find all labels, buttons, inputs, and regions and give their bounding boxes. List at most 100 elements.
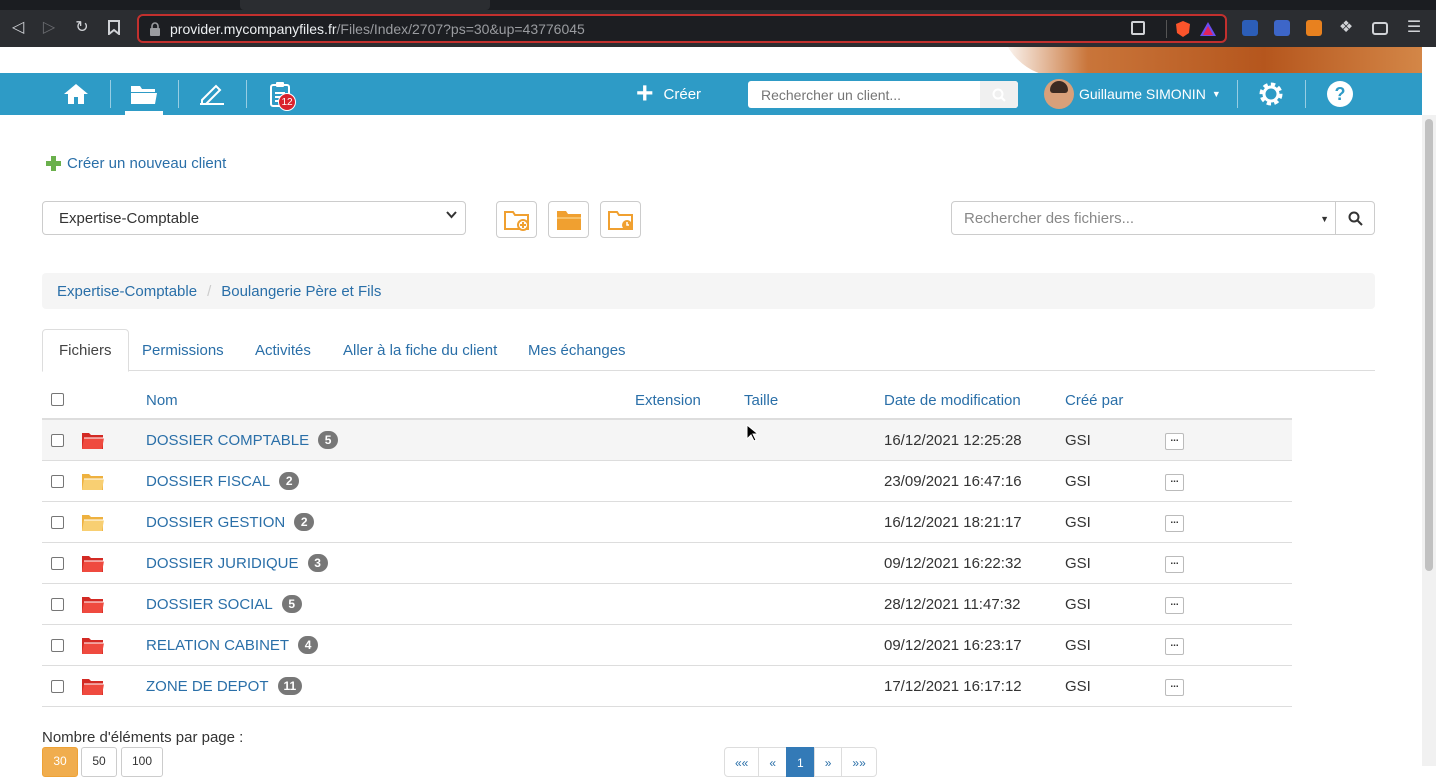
row-actions-button[interactable]: ... [1165, 597, 1184, 614]
row-actions-button[interactable]: ... [1165, 679, 1184, 696]
row-checkbox[interactable] [51, 475, 64, 488]
row-actions-button[interactable]: ... [1165, 515, 1184, 532]
file-search-button[interactable] [1335, 201, 1375, 235]
qr-code-icon[interactable] [1131, 21, 1145, 35]
signature-icon[interactable] [187, 73, 237, 115]
tab-permissions[interactable]: Permissions [126, 329, 240, 371]
bookmark-icon[interactable] [104, 18, 124, 38]
recent-folder-button[interactable] [600, 201, 641, 238]
pagination-next[interactable]: » [813, 747, 843, 777]
help-icon[interactable]: ? [1315, 73, 1365, 115]
home-icon[interactable] [51, 73, 101, 115]
back-icon[interactable]: ◁ [8, 18, 28, 38]
pagination-prev[interactable]: « [758, 747, 788, 777]
table-row[interactable]: DOSSIER SOCIAL 5 28/12/2021 11:47:32 GSI... [42, 584, 1292, 625]
user-menu[interactable]: Guillaume SIMONIN ▼ [1044, 73, 1221, 115]
row-actions-button[interactable]: ... [1165, 474, 1184, 491]
page-scrollbar[interactable] [1422, 115, 1436, 766]
column-header-date[interactable]: Date de modification [884, 392, 1021, 409]
browser-tabstrip [0, 0, 1436, 10]
tab-activites[interactable]: Activités [239, 329, 327, 371]
row-actions-button[interactable]: ... [1165, 556, 1184, 573]
extension-shield-icon[interactable] [1274, 20, 1290, 36]
lock-icon [150, 22, 160, 36]
column-header-taille[interactable]: Taille [744, 392, 778, 409]
extension-metamask-icon[interactable] [1306, 20, 1322, 36]
table-row[interactable]: DOSSIER GESTION 2 16/12/2021 18:21:17 GSI..… [42, 502, 1292, 543]
brave-rewards-icon[interactable] [1199, 21, 1217, 37]
browser-tab-active[interactable] [240, 0, 490, 10]
folder-icon [82, 679, 104, 695]
brave-shield-icon[interactable] [1175, 20, 1191, 38]
extension-bitwarden-icon[interactable] [1242, 20, 1258, 36]
caret-down-icon[interactable]: ▼ [1320, 214, 1329, 224]
created-by: GSI [1065, 555, 1091, 572]
address-bar[interactable]: provider.mycompanyfiles.fr/Files/Index/2… [137, 14, 1227, 43]
pagination-last[interactable]: »» [841, 747, 877, 777]
select-all-checkbox[interactable] [51, 393, 64, 406]
tab-fichiers[interactable]: Fichiers [42, 329, 129, 372]
files-folder-icon[interactable] [119, 73, 169, 115]
new-client-link[interactable]: Créer un nouveau client [46, 155, 226, 172]
banner-artwork [1000, 47, 1422, 73]
table-row[interactable]: ZONE DE DEPOT 11 17/12/2021 16:17:12 GSI... [42, 666, 1292, 707]
client-search-button[interactable] [980, 81, 1018, 108]
folder-name: ZONE DE DEPOT [146, 677, 269, 695]
table-header: Nom Extension Taille Date de modificatio… [42, 384, 1292, 420]
folder-name-link[interactable]: DOSSIER SOCIAL 5 [146, 595, 302, 613]
create-button[interactable]: + Créer [636, 73, 701, 115]
folder-name-link[interactable]: ZONE DE DEPOT 11 [146, 677, 303, 695]
row-checkbox[interactable] [51, 557, 64, 570]
create-label: Créer [663, 85, 702, 103]
folder-name-link[interactable]: DOSSIER COMPTABLE 5 [146, 431, 339, 449]
new-client-label: Créer un nouveau client [67, 155, 227, 172]
client-select[interactable]: Expertise-Comptable [42, 201, 466, 235]
tasks-clipboard-icon[interactable]: 12 [255, 73, 305, 115]
forward-icon[interactable]: ▷ [39, 18, 59, 38]
row-checkbox[interactable] [51, 516, 64, 529]
row-actions-button[interactable]: ... [1165, 433, 1184, 450]
open-folder-button[interactable] [548, 201, 589, 238]
pagination-page[interactable]: 1 [786, 747, 815, 777]
new-folder-button[interactable] [496, 201, 537, 238]
wallet-icon[interactable] [1370, 18, 1390, 38]
folder-name-link[interactable]: DOSSIER FISCAL 2 [146, 472, 300, 490]
per-page-option[interactable]: 50 [81, 747, 117, 777]
breadcrumb-item[interactable]: Expertise-Comptable [57, 283, 197, 300]
table-row[interactable]: DOSSIER FISCAL 2 23/09/2021 16:47:16 GSI... [42, 461, 1292, 502]
column-header-created-by[interactable]: Créé par [1065, 392, 1123, 409]
row-checkbox[interactable] [51, 680, 64, 693]
breadcrumb-item[interactable]: Boulangerie Père et Fils [221, 283, 381, 300]
folder-name-link[interactable]: DOSSIER GESTION 2 [146, 513, 315, 531]
column-header-nom[interactable]: Nom [146, 392, 178, 409]
pagination-first[interactable]: «« [724, 747, 760, 777]
client-select-value: Expertise-Comptable [59, 210, 200, 227]
tab-client-card[interactable]: Aller à la fiche du client [327, 329, 513, 371]
tab-mes-echanges[interactable]: Mes échanges [512, 329, 642, 371]
client-search-input[interactable] [748, 81, 978, 108]
file-search-input[interactable]: Rechercher des fichiers... ▼ [951, 201, 1336, 235]
folder-name-link[interactable]: RELATION CABINET 4 [146, 636, 319, 654]
per-page-option[interactable]: 30 [42, 747, 78, 777]
row-checkbox[interactable] [51, 434, 64, 447]
per-page-option[interactable]: 100 [121, 747, 163, 777]
browser-menu-icon[interactable]: ☰ [1404, 18, 1424, 38]
folder-icon [82, 515, 104, 531]
table-row[interactable]: DOSSIER COMPTABLE 5 16/12/2021 12:25:28 GSI… [42, 420, 1292, 461]
modified-date: 17/12/2021 16:17:12 [884, 678, 1022, 695]
nav-divider [246, 80, 247, 108]
row-actions-button[interactable]: ... [1165, 638, 1184, 655]
url-text: provider.mycompanyfiles.fr/Files/Index/2… [170, 21, 585, 37]
table-row[interactable]: DOSSIER JURIDIQUE 3 09/12/2021 16:22:32 GSI… [42, 543, 1292, 584]
table-row[interactable]: RELATION CABINET 4 09/12/2021 16:23:17 GSI.… [42, 625, 1292, 666]
extensions-puzzle-icon[interactable]: ❖ [1336, 18, 1356, 38]
created-by: GSI [1065, 514, 1091, 531]
reload-icon[interactable]: ↻ [72, 18, 92, 38]
settings-gear-icon[interactable] [1246, 73, 1296, 115]
modified-date: 09/12/2021 16:22:32 [884, 555, 1022, 572]
folder-name-link[interactable]: DOSSIER JURIDIQUE 3 [146, 554, 328, 572]
column-header-extension[interactable]: Extension [635, 392, 701, 409]
scrollbar-thumb[interactable] [1425, 119, 1433, 571]
row-checkbox[interactable] [51, 598, 64, 611]
row-checkbox[interactable] [51, 639, 64, 652]
